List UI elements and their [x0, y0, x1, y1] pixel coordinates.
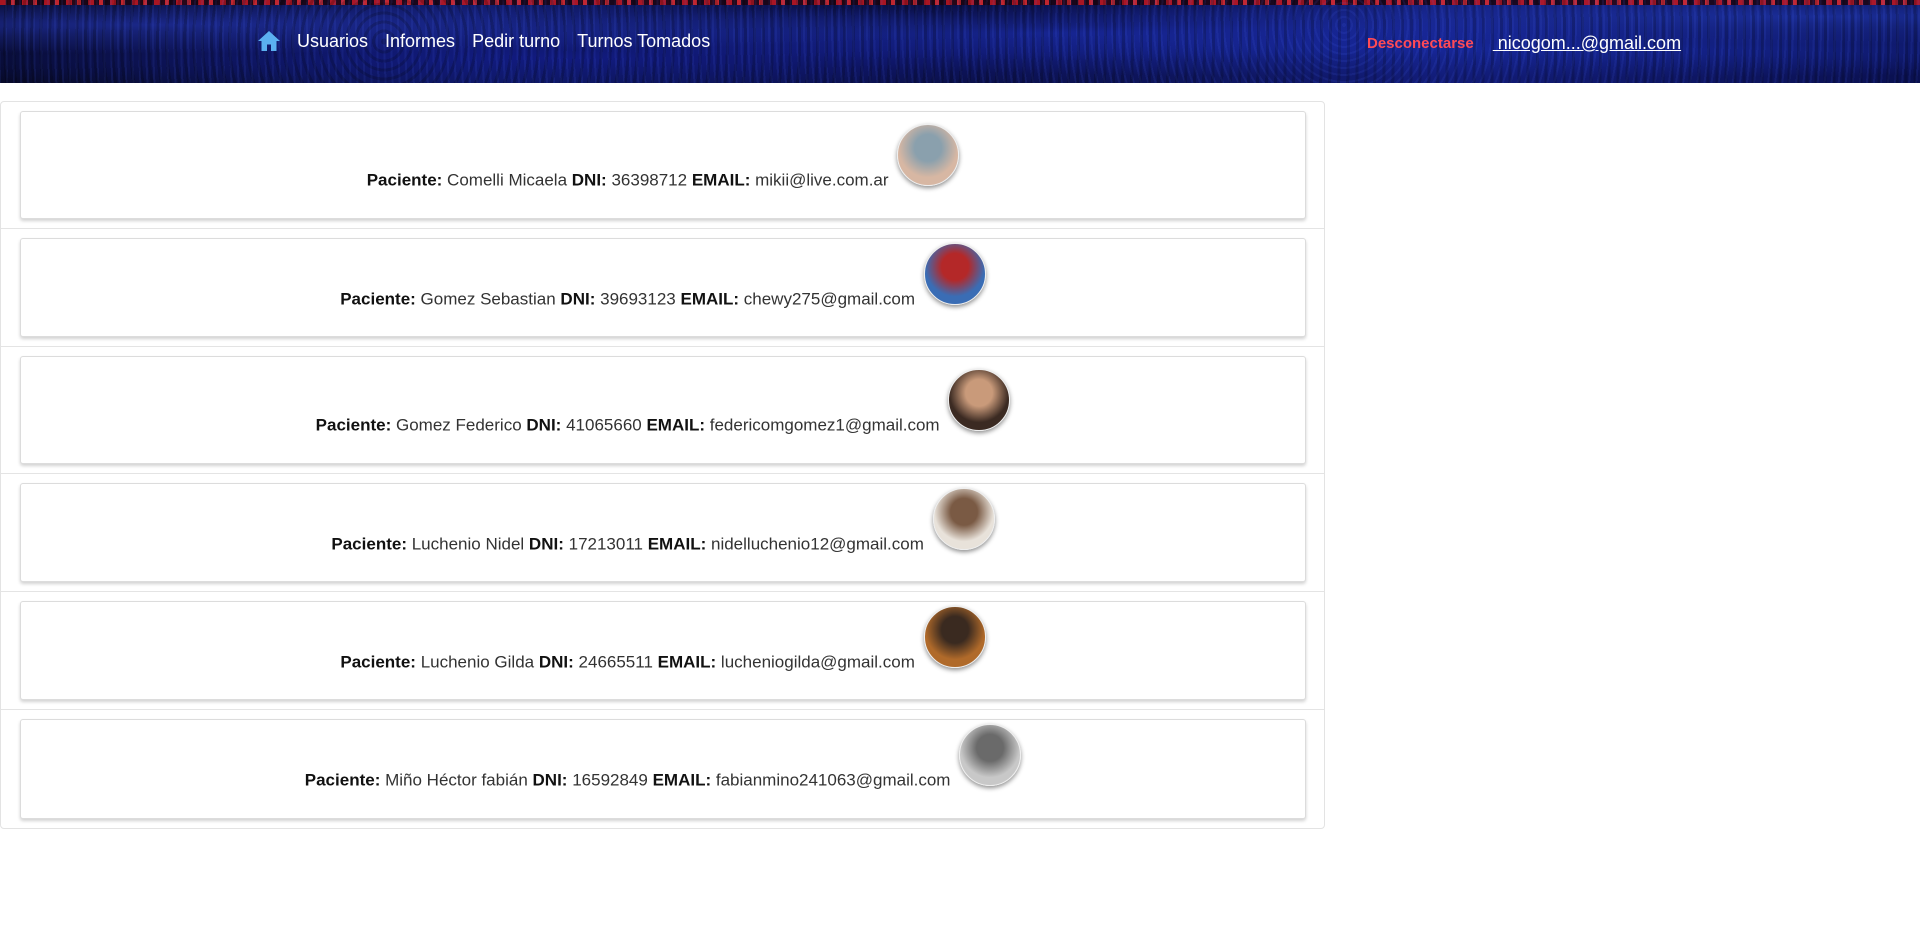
nav-link-informes[interactable]: Informes: [385, 31, 455, 52]
avatar: [932, 488, 995, 550]
patient-label: Paciente:: [366, 170, 443, 190]
patient-card[interactable]: Paciente: Miño Héctor fabián DNI: 165928…: [20, 719, 1306, 819]
patient-email: chewy275@gmail.com: [743, 289, 916, 309]
dni-label: DNI:: [571, 170, 607, 190]
email-label: EMAIL:: [691, 170, 751, 190]
patient-email: nidelluchenio12@gmail.com: [711, 534, 924, 554]
patient-card[interactable]: Paciente: Gomez Sebastian DNI: 39693123 …: [20, 238, 1306, 337]
patient-name: Luchenio Gilda: [420, 652, 535, 672]
email-label: EMAIL:: [652, 770, 712, 790]
patient-email: mikii@live.com.ar: [755, 170, 889, 190]
dni-label: DNI:: [528, 534, 564, 554]
list-item: Paciente: Luchenio Gilda DNI: 24665511 E…: [1, 592, 1324, 710]
list-item: Paciente: Miño Héctor fabián DNI: 165928…: [1, 710, 1324, 828]
user-email-link[interactable]: nicogom...@gmail.com: [1493, 33, 1681, 54]
dni-label: DNI:: [526, 415, 562, 435]
patient-label: Paciente:: [304, 770, 381, 790]
patient-card[interactable]: Paciente: Luchenio Nidel DNI: 17213011 E…: [20, 483, 1306, 582]
list-item: Paciente: Luchenio Nidel DNI: 17213011 E…: [1, 474, 1324, 592]
patient-name: Comelli Micaela: [447, 170, 568, 190]
avatar: [923, 606, 986, 668]
dni-label: DNI:: [532, 770, 568, 790]
avatar: [959, 724, 1022, 786]
patient-label: Paciente:: [331, 534, 407, 554]
patient-card[interactable]: Paciente: Luchenio Gilda DNI: 24665511 E…: [20, 601, 1306, 700]
patient-card[interactable]: Paciente: Comelli Micaela DNI: 36398712 …: [20, 111, 1306, 219]
avatar: [897, 124, 960, 186]
patient-dni: 17213011: [568, 534, 643, 554]
patient-name: Miño Héctor fabián: [385, 770, 528, 790]
list-item: Paciente: Comelli Micaela DNI: 36398712 …: [1, 102, 1324, 229]
patient-info: Paciente: Luchenio Nidel DNI: 17213011 E…: [21, 488, 1305, 576]
email-label: EMAIL:: [657, 652, 717, 672]
patient-info: Paciente: Gomez Federico DNI: 41065660 E…: [21, 369, 1305, 457]
patient-email: lucheniogilda@gmail.com: [720, 652, 915, 672]
patient-label: Paciente:: [340, 652, 416, 672]
patient-info: Paciente: Luchenio Gilda DNI: 24665511 E…: [21, 606, 1305, 694]
email-label: EMAIL:: [647, 534, 707, 554]
list-item: Paciente: Gomez Sebastian DNI: 39693123 …: [1, 229, 1324, 347]
patient-label: Paciente:: [315, 415, 392, 435]
patient-label: Paciente:: [340, 289, 416, 309]
patient-dni: 36398712: [611, 170, 688, 190]
nav-link-usuarios[interactable]: Usuarios: [297, 31, 368, 52]
patient-name: Gomez Federico: [396, 415, 522, 435]
nav-left: Usuarios Informes Pedir turno Turnos Tom…: [257, 30, 727, 52]
email-label: EMAIL:: [646, 415, 706, 435]
patient-dni: 41065660: [566, 415, 642, 435]
patient-info: Paciente: Miño Héctor fabián DNI: 165928…: [21, 724, 1305, 812]
patient-dni: 16592849: [572, 770, 648, 790]
avatar: [948, 369, 1011, 431]
patient-email: fabianmino241063@gmail.com: [715, 770, 951, 790]
patient-dni: 24665511: [578, 652, 653, 672]
patient-info: Paciente: Gomez Sebastian DNI: 39693123 …: [21, 243, 1305, 331]
patient-card[interactable]: Paciente: Gomez Federico DNI: 41065660 E…: [20, 356, 1306, 464]
dni-label: DNI:: [560, 289, 596, 309]
list-item: Paciente: Gomez Federico DNI: 41065660 E…: [1, 347, 1324, 474]
patient-email: federicomgomez1@gmail.com: [709, 415, 940, 435]
top-navbar: Usuarios Informes Pedir turno Turnos Tom…: [0, 0, 1920, 83]
patient-dni: 39693123: [600, 289, 676, 309]
patient-info: Paciente: Comelli Micaela DNI: 36398712 …: [21, 124, 1305, 212]
home-icon[interactable]: [257, 30, 281, 52]
nav-link-turnos-tomados[interactable]: Turnos Tomados: [577, 31, 710, 52]
patient-list: Paciente: Comelli Micaela DNI: 36398712 …: [0, 101, 1325, 829]
logout-link[interactable]: Desconectarse: [1367, 35, 1474, 52]
nav-right: Desconectarse nicogom...@gmail.com: [1367, 33, 1681, 54]
nav-link-pedir-turno[interactable]: Pedir turno: [472, 31, 560, 52]
patient-name: Luchenio Nidel: [411, 534, 525, 554]
email-label: EMAIL:: [680, 289, 740, 309]
dni-label: DNI:: [538, 652, 574, 672]
avatar: [923, 243, 986, 305]
patient-name: Gomez Sebastian: [420, 289, 556, 309]
